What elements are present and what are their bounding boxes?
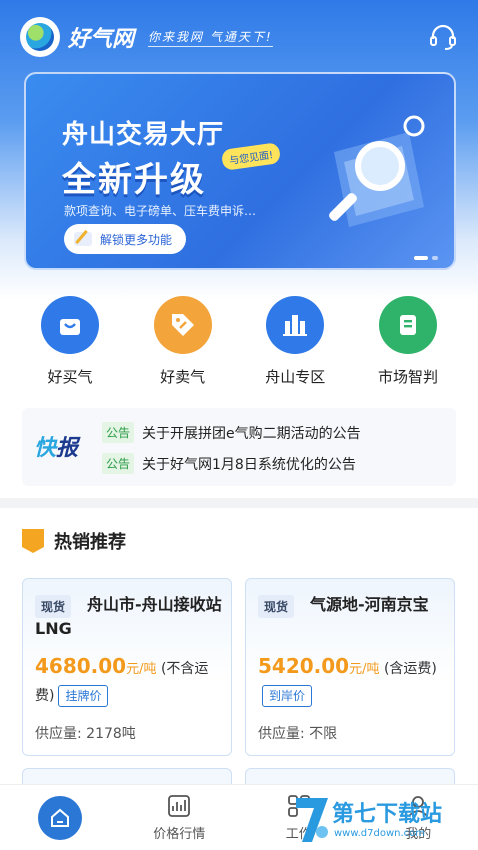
watermark-url: www.d7down.com [334,828,426,839]
news-flash: 快报 公告 关于开展拼团e气购二期活动的公告 公告 关于好气网1月8日系统优化的… [22,408,456,486]
notice-badge: 公告 [102,422,135,443]
unlock-features-label: 解锁更多功能 [100,232,173,247]
news-flash-logo: 快报 [34,436,79,461]
supply-info: 供应量: 不限 [258,726,338,742]
section-title: 热销推荐 [22,528,126,554]
tab-home[interactable] [0,785,120,850]
notice-item[interactable]: 公告 关于开展拼团e气购二期活动的公告 [102,422,361,443]
supply-info: 供应量: 2178吨 [35,726,136,742]
brand-name: 好气网 [68,27,135,52]
pen-icon [74,232,92,246]
carousel-indicator [414,256,438,260]
notice-text: 关于开展拼团e气购二期活动的公告 [142,425,361,442]
quick-link-buy-gas[interactable]: 好买气 [20,296,120,387]
hot-badge-icon [22,529,44,553]
banner-tag: 与您见面! [220,142,282,171]
notice-item[interactable]: 公告 关于好气网1月8日系统优化的公告 [102,453,356,474]
quick-links: 好买气 好卖气 舟山专区 市场智判 [20,296,458,387]
price-type-button[interactable]: 挂牌价 [58,685,109,707]
watermark-text: 第七下载站 [332,802,443,827]
banner-title: 舟山交易大厅 [62,120,225,150]
product-price: 4680.00元/吨 (不含运费) 挂牌价 [35,653,225,709]
quick-link-label: 舟山专区 [265,368,326,386]
notice-badge: 公告 [102,453,135,474]
price-tag-icon [153,296,212,354]
shopping-bag-icon [41,296,99,354]
customer-service-icon[interactable] [428,22,458,52]
promo-banner[interactable]: 舟山交易大厅 全新升级 与您见面! 款项查询、电子磅单、压车费申诉… 解锁更多功… [24,72,456,270]
notice-text: 关于好气网1月8日系统优化的公告 [142,456,356,473]
app-header: 好气网 你来我网 气通天下! [0,0,478,74]
banner-headline: 全新升级 [62,160,206,200]
price-type-button[interactable]: 到岸价 [262,685,313,707]
quick-link-label: 好卖气 [160,368,206,386]
buildings-icon [266,296,325,354]
document-icon [378,296,437,354]
tab-label: 价格行情 [153,827,206,842]
product-name: 气源地-河南京宝 [310,595,429,614]
product-price: 5420.00元/吨 (含运费)到岸价 [258,653,448,709]
quick-link-zhoushan[interactable]: 舟山专区 [245,296,345,387]
unlock-features-button[interactable]: 解锁更多功能 [64,224,187,254]
logo-icon [20,17,60,57]
banner-subtitle: 款项查询、电子磅单、压车费申诉… [64,204,257,218]
product-card[interactable]: 现货 气源地-河南京宝 5420.00元/吨 (含运费)到岸价 供应量: 不限 [245,578,455,756]
chart-icon [168,795,191,817]
slogan: 你来我网 气通天下! [148,28,273,47]
quick-link-label: 市场智判 [377,368,438,386]
quick-link-sell-gas[interactable]: 好卖气 [133,296,233,387]
tab-price-trends[interactable]: 价格行情 [120,785,240,850]
home-icon [37,795,82,840]
product-card[interactable]: 现货 舟山市-舟山接收站LNG 4680.00元/吨 (不含运费) 挂牌价 供应量… [22,578,232,756]
divider [0,498,478,508]
quick-link-market[interactable]: 市场智判 [358,296,458,387]
magnifier-icon [329,115,425,227]
product-name: 舟山市-舟山接收站LNG [35,595,222,638]
quick-link-label: 好买气 [47,368,93,386]
